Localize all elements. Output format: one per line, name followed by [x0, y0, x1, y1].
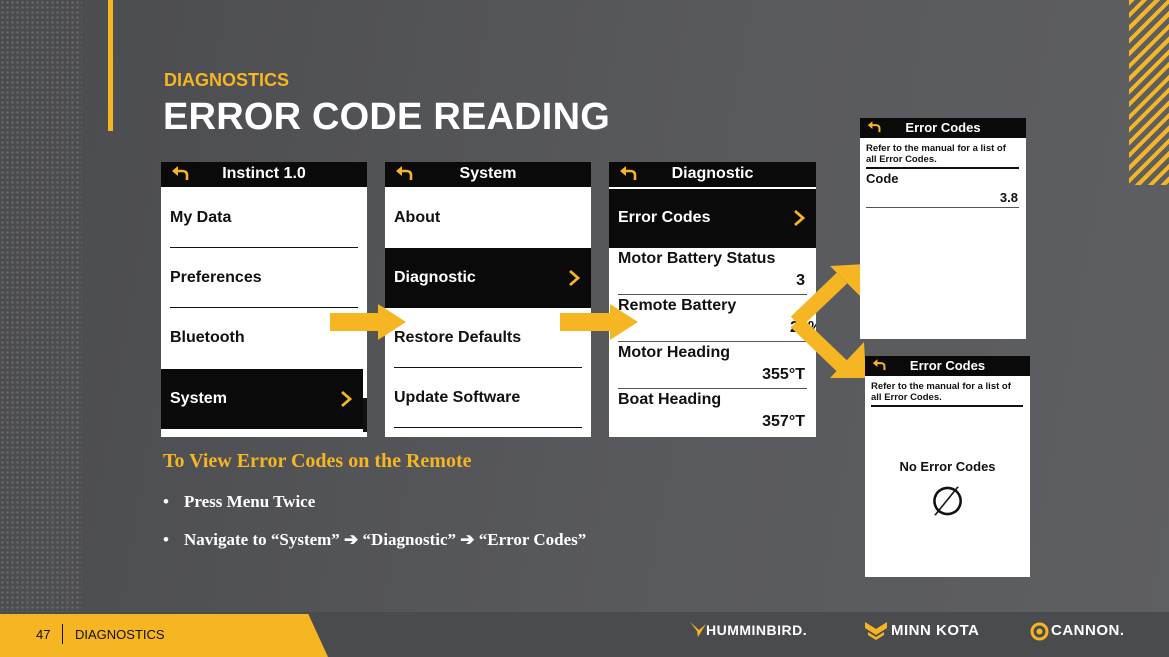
divider [866, 207, 1019, 208]
menu-item-label: About [394, 209, 441, 226]
brand-humminbird: HUMMINBIRD. [706, 622, 808, 638]
cannon-logo-icon [1030, 622, 1049, 641]
diag-label: Motor Battery Status [618, 250, 776, 267]
menu-item-label: Diagnostic [394, 269, 476, 286]
diag-row-motor-heading: Motor Heading 355°T [609, 342, 816, 389]
menu-item-about[interactable]: About [385, 188, 591, 248]
screen-system: System About Diagnostic Restore Defaults… [385, 162, 591, 437]
footer-separator [62, 624, 63, 644]
minn-kota-logo-icon [865, 622, 887, 640]
error-note: Refer to the manual for a list of all Er… [871, 381, 1011, 403]
menu-item-label: Update Software [394, 389, 521, 406]
screen-title: System [459, 165, 517, 182]
chevron-right-icon [794, 209, 806, 227]
menu-item-label: Bluetooth [170, 329, 245, 346]
diag-label: Motor Heading [618, 344, 730, 361]
screen-title: Diagnostic [671, 165, 754, 182]
screen-header: Instinct 1.0 [161, 162, 367, 187]
dot-pattern [0, 0, 82, 612]
accent-bar [108, 0, 113, 131]
page-number: 47 [36, 627, 51, 642]
slide-kicker: DIAGNOSTICS [164, 70, 290, 90]
divider [394, 426, 582, 428]
menu-item-error-codes[interactable]: Error Codes [609, 189, 816, 248]
chevron-right-icon [569, 269, 581, 287]
screen-header: Diagnostic [609, 162, 816, 187]
screen-header: System [385, 162, 591, 187]
screen-header: Error Codes [860, 118, 1026, 138]
menu-item-diagnostic[interactable]: Diagnostic [385, 248, 591, 308]
footer-section: DIAGNOSTICS [75, 627, 165, 642]
brand-minn-kota: MINN KOTA [891, 622, 980, 639]
scrollbar[interactable] [363, 398, 367, 432]
hatch-pattern [1129, 0, 1169, 185]
menu-item-my-data[interactable]: My Data [161, 188, 367, 248]
arrow-right-2 [560, 304, 638, 340]
divider [871, 405, 1023, 407]
humminbird-logo-icon [690, 622, 706, 637]
screen-error-codes: Error Codes Refer to the manual for a li… [860, 118, 1026, 339]
screen-no-error-codes: Error Codes Refer to the manual for a li… [865, 356, 1030, 577]
screen-main-menu: Instinct 1.0 My Data Preferences Bluetoo… [161, 162, 367, 437]
error-note: Refer to the manual for a list of all Er… [866, 143, 1006, 165]
menu-item-preferences[interactable]: Preferences [161, 248, 367, 308]
code-label: Code [866, 171, 899, 186]
diag-label: Boat Heading [618, 391, 722, 408]
screen-header: Error Codes [865, 356, 1030, 376]
screen-title: Instinct 1.0 [222, 165, 306, 182]
menu-item-update-software[interactable]: Update Software [385, 368, 591, 428]
divider [866, 167, 1019, 169]
diag-row-boat-heading: Boat Heading 357°T [609, 389, 816, 436]
menu-item-label: Error Codes [618, 209, 711, 226]
bullet-text: Press Menu Twice [184, 492, 316, 511]
chevron-right-icon [341, 390, 353, 408]
diag-row-motor-battery: Motor Battery Status 3 [609, 248, 816, 295]
no-error-label: No Error Codes [899, 459, 996, 474]
arrow-right-1 [330, 304, 406, 340]
empty-set-icon: ∅ [930, 480, 965, 524]
bullet-text: Navigate to “System” ➔ “Diagnostic” ➔ “E… [184, 530, 587, 549]
instruction-bullet: • Navigate to “System” ➔ “Diagnostic” ➔ “… [163, 530, 586, 550]
screen-title: Error Codes [905, 120, 981, 135]
diag-value: 357°T [762, 413, 805, 430]
menu-item-label: My Data [170, 209, 232, 226]
diag-row-remote-battery: Remote Battery 20% [609, 295, 816, 342]
menu-item-label: Preferences [170, 269, 262, 286]
bullet-dot: • [163, 492, 169, 511]
screen-title: Error Codes [909, 358, 986, 373]
code-value: 3.8 [999, 190, 1018, 205]
instructions-caption: To View Error Codes on the Remote [163, 450, 472, 472]
menu-item-label: Restore Defaults [394, 329, 522, 346]
menu-item-system[interactable]: System [161, 369, 363, 429]
brand-cannon: CANNON. [1051, 622, 1125, 639]
bullet-dot: • [163, 530, 169, 549]
instruction-bullet: • Press Menu Twice [163, 492, 315, 512]
menu-item-label: System [170, 390, 227, 407]
slide-title: ERROR CODE READING [163, 96, 610, 138]
screen-diagnostic: Diagnostic Error Codes Motor Battery Sta… [609, 162, 816, 437]
